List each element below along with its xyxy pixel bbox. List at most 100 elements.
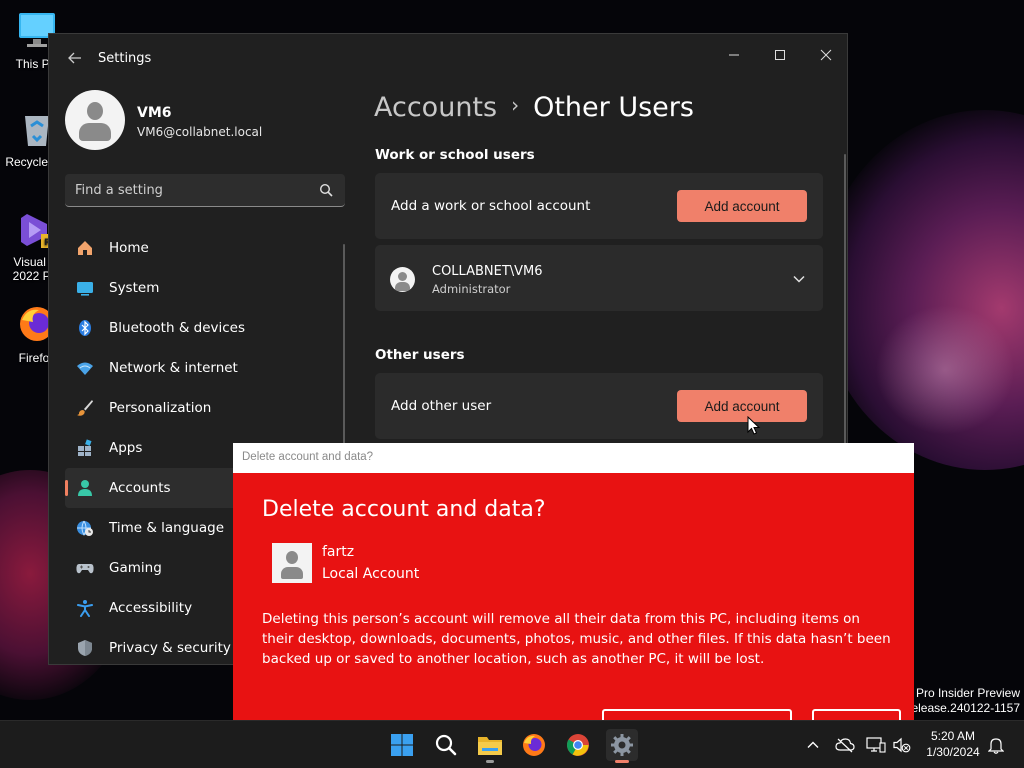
taskbar-chrome[interactable]	[562, 729, 594, 761]
start-button[interactable]	[386, 729, 418, 761]
sidebar-item-label: Network & internet	[109, 360, 238, 376]
dialog-user-name: fartz	[322, 544, 355, 560]
tray-volume[interactable]	[892, 735, 912, 755]
sidebar-item-label: Home	[109, 240, 149, 256]
search-box	[65, 174, 345, 207]
taskbar-firefox[interactable]	[518, 729, 550, 761]
taskbar: 5:20 AM 1/30/2024	[0, 720, 1024, 768]
sidebar-item-label: Gaming	[109, 560, 162, 576]
shield-icon	[75, 638, 95, 658]
windows-logo-icon	[391, 734, 413, 756]
apps-icon	[75, 438, 95, 458]
desktop-watermark: Pro Insider Preview release.240122-1157	[907, 686, 1020, 716]
accounts-icon	[75, 478, 95, 498]
wallpaper-highlight	[870, 300, 1020, 440]
sidebar-item-label: Time & language	[109, 520, 225, 536]
avatar-head	[398, 272, 407, 281]
profile-name: VM6	[137, 105, 172, 121]
sidebar-item-home[interactable]: Home	[65, 228, 345, 268]
minimize-button[interactable]	[711, 40, 757, 70]
taskbar-settings[interactable]	[606, 729, 638, 763]
avatar-body	[395, 282, 410, 291]
user-avatar	[390, 267, 415, 292]
mouse-cursor-icon	[747, 416, 761, 435]
taskbar-file-explorer[interactable]	[474, 729, 506, 763]
window-title: Settings	[98, 51, 152, 66]
main-scrollbar[interactable]	[844, 154, 846, 444]
sidebar-item-label: Accounts	[109, 480, 171, 496]
back-button[interactable]	[65, 48, 85, 68]
watermark-line2: release.240122-1157	[907, 701, 1020, 715]
search-icon[interactable]	[319, 183, 333, 197]
chrome-icon	[567, 734, 589, 756]
globe-clock-icon	[75, 518, 95, 538]
network-icon	[866, 737, 886, 753]
sidebar-item-label: Accessibility	[109, 600, 193, 616]
search-icon	[435, 734, 457, 756]
breadcrumb-parent[interactable]: Accounts	[374, 92, 497, 123]
gear-icon	[611, 734, 633, 756]
sidebar-item-label: Privacy & security	[109, 640, 231, 656]
wifi-icon	[75, 358, 95, 378]
add-other-account-button[interactable]: Add account	[677, 390, 807, 422]
dialog-titlebar: Delete account and data?	[233, 443, 914, 473]
home-icon	[75, 238, 95, 258]
tray-onedrive[interactable]	[835, 735, 855, 755]
dialog-account-type: Local Account	[322, 566, 420, 582]
chevron-up-icon	[807, 741, 819, 748]
sidebar-item-label: System	[109, 280, 160, 296]
watermark-line1: Pro Insider Preview	[915, 686, 1020, 700]
search-input[interactable]	[75, 174, 305, 206]
bluetooth-icon	[75, 318, 95, 338]
sidebar-item-label: Apps	[109, 440, 143, 456]
user-avatar	[272, 543, 312, 583]
brush-icon	[75, 398, 95, 418]
gamepad-icon	[75, 558, 95, 578]
dialog-heading: Delete account and data?	[262, 497, 546, 522]
clock-time: 5:20 AM	[930, 729, 976, 743]
delete-account-button[interactable]	[602, 709, 792, 720]
avatar-body	[79, 123, 111, 141]
sidebar-item-label: Bluetooth & devices	[109, 320, 246, 336]
chevron-down-icon[interactable]	[791, 271, 807, 287]
sidebar-item-label: Personalization	[109, 400, 212, 416]
avatar-head	[286, 551, 298, 564]
avatar-body	[281, 567, 303, 579]
page-title: Other Users	[533, 92, 694, 123]
section-heading-work: Work or school users	[375, 147, 535, 163]
close-button[interactable]	[803, 40, 847, 70]
notifications-button[interactable]	[986, 735, 1006, 755]
close-icon	[820, 49, 832, 61]
firefox-icon	[523, 734, 545, 756]
volume-muted-icon	[893, 737, 911, 753]
cancel-button[interactable]	[812, 709, 901, 720]
work-user-name: COLLABNET\VM6	[432, 264, 543, 279]
search-button[interactable]	[430, 729, 462, 761]
delete-account-dialog: Delete account and data? Delete account …	[233, 443, 914, 720]
maximize-button[interactable]	[757, 40, 803, 70]
sidebar-item-bluetooth[interactable]: Bluetooth & devices	[65, 308, 345, 348]
avatar-head	[87, 102, 103, 120]
section-heading-other: Other users	[375, 347, 465, 363]
work-user-role: Administrator	[432, 282, 511, 296]
maximize-icon	[775, 50, 785, 60]
sidebar-item-system[interactable]: System	[65, 268, 345, 308]
card-add-work-account: Add a work or school account Add account	[375, 173, 823, 239]
sidebar-item-personalization[interactable]: Personalization	[65, 388, 345, 428]
minimize-icon	[729, 54, 739, 56]
accessibility-icon	[75, 598, 95, 618]
profile-avatar[interactable]	[65, 90, 125, 150]
back-arrow-icon	[68, 52, 81, 64]
tray-overflow-button[interactable]	[803, 735, 823, 755]
profile-email: VM6@collabnet.local	[137, 125, 263, 139]
dialog-message: Deleting this person’s account will remo…	[262, 611, 891, 667]
clock-date: 1/30/2024	[926, 745, 980, 759]
add-work-account-button[interactable]: Add account	[677, 190, 807, 222]
card-work-user[interactable]: COLLABNET\VM6 Administrator	[375, 245, 823, 311]
tray-network[interactable]	[866, 735, 886, 755]
sidebar-item-network[interactable]: Network & internet	[65, 348, 345, 388]
bell-icon	[988, 738, 1004, 754]
settings-titlebar: Settings	[49, 34, 847, 82]
add-work-account-label: Add a work or school account	[391, 198, 591, 214]
taskbar-clock[interactable]: 5:20 AM 1/30/2024	[918, 728, 988, 760]
